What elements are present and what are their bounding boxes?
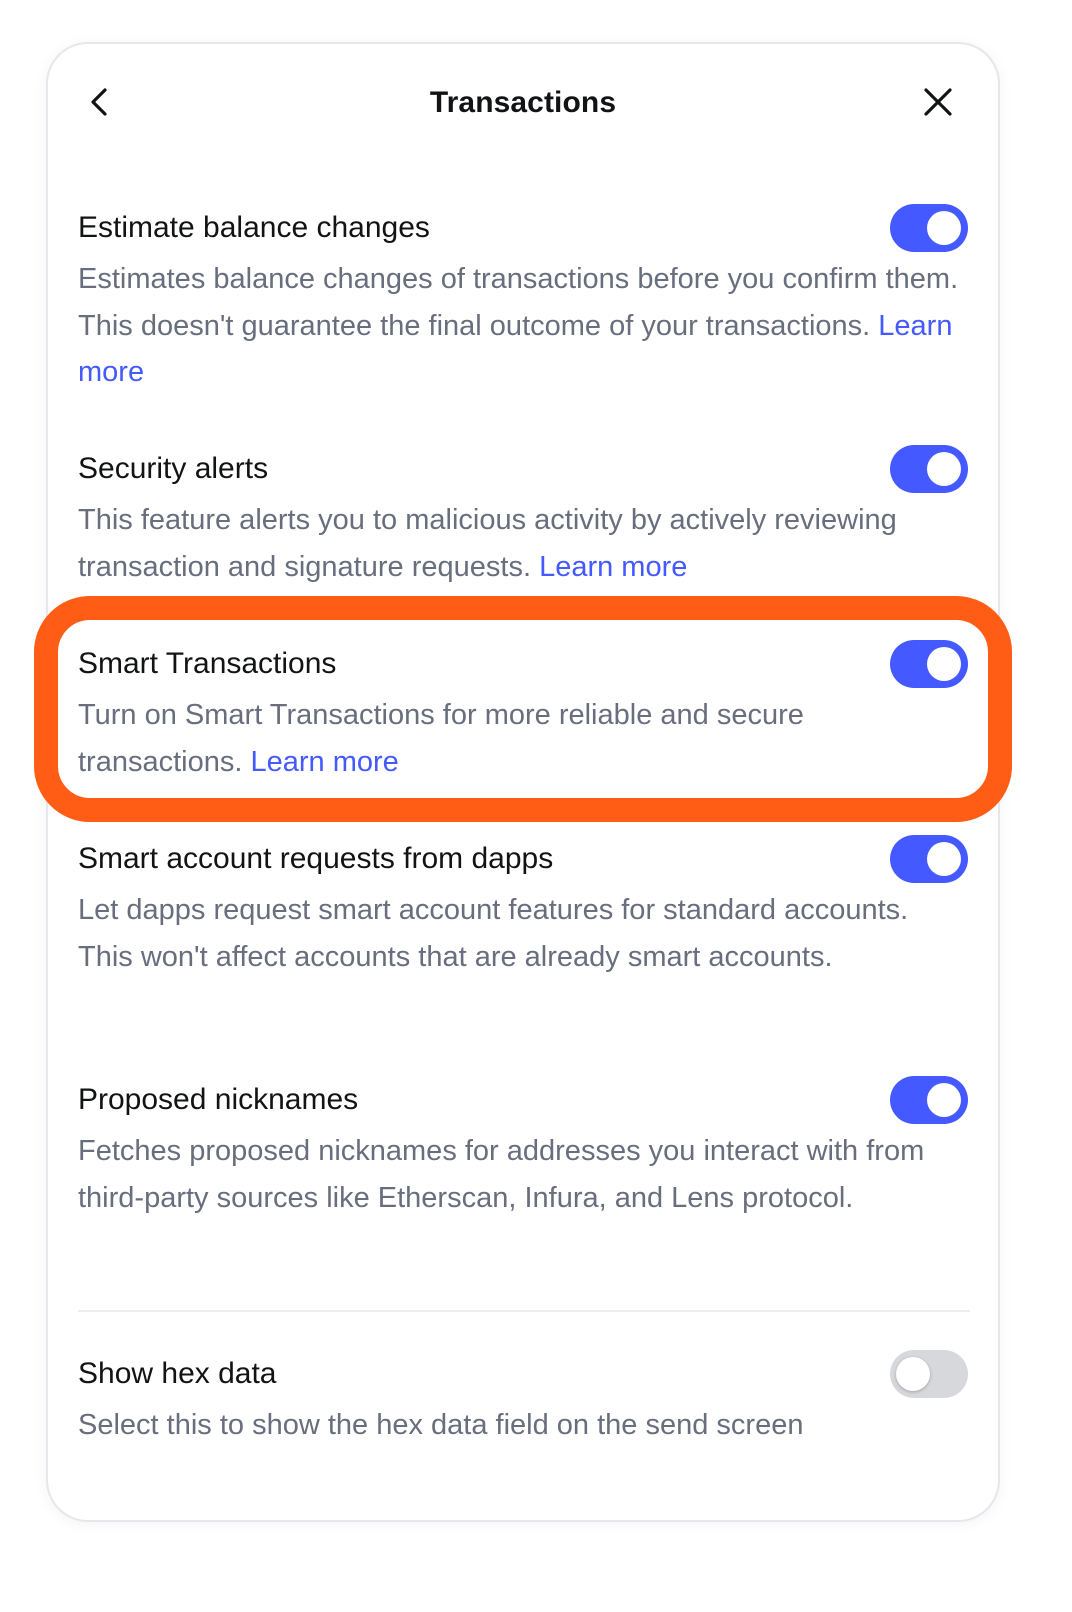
setting-description: Estimates balance changes of transaction… — [78, 256, 968, 396]
show-hex-data-toggle[interactable] — [890, 1350, 968, 1398]
setting-description: Select this to show the hex data field o… — [78, 1409, 804, 1441]
setting-description: Turn on Smart Transactions for more reli… — [78, 692, 968, 785]
setting-title: Smart account requests from dapps — [78, 842, 554, 875]
setting-description: This feature alerts you to malicious act… — [78, 497, 968, 590]
smart-account-requests-toggle[interactable] — [890, 835, 968, 883]
description-text: This feature alerts you to malicious act… — [78, 504, 897, 583]
transactions-settings-panel: Transactions Estimate balance changes Es… — [46, 42, 1000, 1522]
setting-title: Proposed nicknames — [78, 1083, 359, 1116]
setting-title: Show hex data — [78, 1357, 277, 1390]
setting-title: Security alerts — [78, 452, 269, 485]
setting-description: Let dapps request smart account features… — [78, 894, 909, 973]
header: Transactions — [48, 44, 998, 164]
estimate-balance-changes-toggle[interactable] — [890, 204, 968, 252]
toggle-knob — [927, 211, 961, 245]
description-text: Turn on Smart Transactions for more reli… — [78, 699, 804, 778]
toggle-knob — [927, 647, 961, 681]
proposed-nicknames-toggle[interactable] — [890, 1076, 968, 1124]
toggle-knob — [927, 1083, 961, 1117]
close-icon — [924, 88, 952, 116]
learn-more-link[interactable]: Learn more — [539, 551, 687, 583]
setting-description: Fetches proposed nicknames for addresses… — [78, 1135, 925, 1214]
security-alerts-toggle[interactable] — [890, 445, 968, 493]
toggle-knob — [927, 452, 961, 486]
setting-title: Estimate balance changes — [78, 211, 430, 244]
description-text: Estimates balance changes of transaction… — [78, 263, 959, 342]
setting-title: Smart Transactions — [78, 647, 337, 680]
learn-more-link[interactable]: Learn more — [250, 746, 398, 778]
page-title: Transactions — [429, 86, 617, 119]
smart-transactions-toggle[interactable] — [890, 640, 968, 688]
toggle-knob — [927, 842, 961, 876]
section-divider — [78, 1310, 970, 1312]
toggle-knob — [896, 1357, 930, 1391]
close-button[interactable] — [916, 80, 960, 124]
